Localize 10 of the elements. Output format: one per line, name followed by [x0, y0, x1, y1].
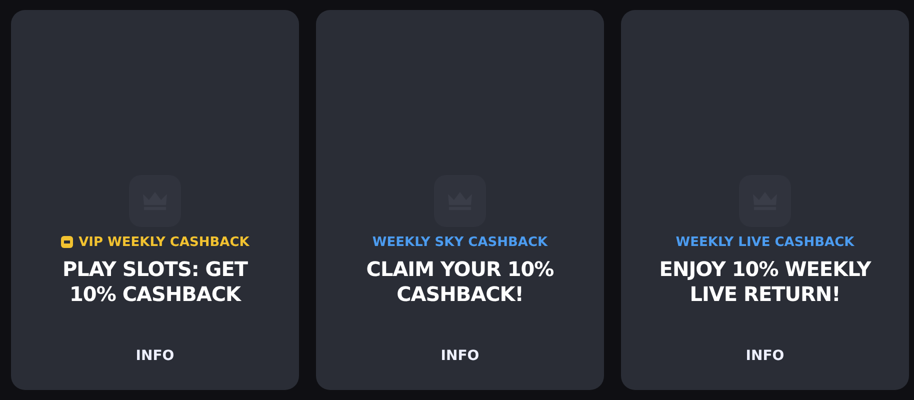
info-button[interactable]: INFO — [736, 342, 794, 370]
promo-tag: VIP WEEKLY CASHBACK — [78, 234, 250, 250]
info-button[interactable]: INFO — [126, 342, 184, 370]
promo-title: ENJOY 10% WEEKLY LIVE RETURN! — [658, 257, 872, 307]
info-button[interactable]: INFO — [430, 342, 490, 370]
promo-title: CLAIM YOUR 10% CASHBACK! — [365, 257, 555, 307]
vip-badge-icon — [60, 236, 73, 248]
promo-tag: WEEKLY LIVE CASHBACK — [676, 234, 854, 250]
promo-tag: WEEKLY SKY CASHBACK — [372, 234, 548, 250]
promo-title: PLAY SLOTS: GET 10% CASHBACK — [61, 257, 249, 307]
